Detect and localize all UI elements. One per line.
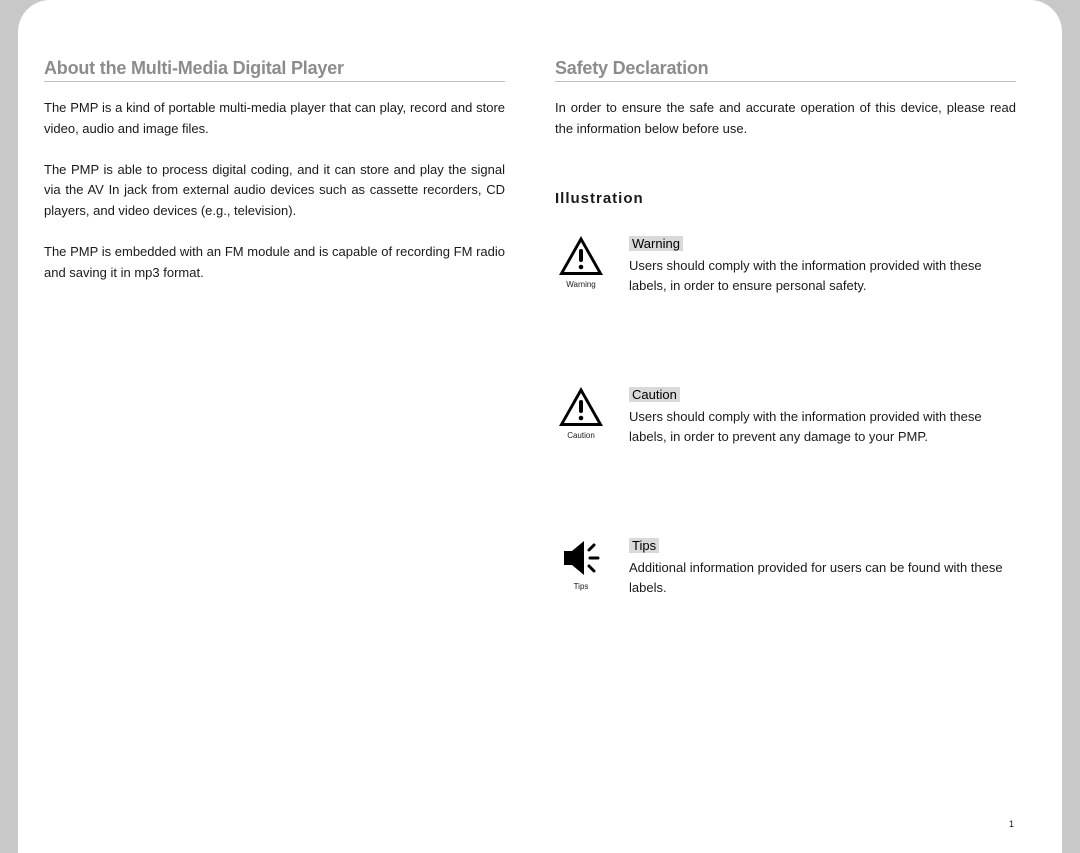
heading-rule: Safety Declaration [555,58,1016,82]
about-paragraph-2: The PMP is able to process digital codin… [44,160,505,222]
illustration-row-tips: Tips Tips Additional information provide… [555,537,1016,598]
caution-triangle-icon [558,386,604,428]
page-number: 1 [1009,819,1014,829]
tips-text: Tips Additional information provided for… [629,537,1016,598]
speaker-icon [558,537,604,579]
about-paragraph-3: The PMP is embedded with an FM module an… [44,242,505,284]
tips-icon-block: Tips [555,537,607,591]
right-column: Safety Declaration In order to ensure th… [555,58,1016,823]
caution-text: Caution Users should comply with the inf… [629,386,1016,447]
tips-desc: Additional information provided for user… [629,558,1016,598]
caution-icon-block: Caution [555,386,607,440]
tips-label: Tips [629,538,659,553]
icon-caption: Tips [574,582,589,591]
section-heading-safety: Safety Declaration [555,58,708,79]
warning-label: Warning [629,236,683,251]
safety-intro: In order to ensure the safe and accurate… [555,98,1016,140]
left-column: About the Multi-Media Digital Player The… [44,58,515,823]
warning-text: Warning Users should comply with the inf… [629,235,1016,296]
illustration-row-caution: Caution Caution Users should comply with… [555,386,1016,447]
illustration-row-warning: Warning Warning Users should comply with… [555,235,1016,296]
icon-caption: Warning [566,280,596,289]
icon-caption: Caution [567,431,595,440]
caution-desc: Users should comply with the information… [629,407,1016,447]
caution-label: Caution [629,387,680,402]
section-heading-about: About the Multi-Media Digital Player [44,58,344,79]
illustration-subheading: Illustration [555,190,1016,207]
heading-rule: About the Multi-Media Digital Player [44,58,505,82]
warning-triangle-icon [558,235,604,277]
manual-page: About the Multi-Media Digital Player The… [18,0,1062,853]
warning-icon-block: Warning [555,235,607,289]
about-paragraph-1: The PMP is a kind of portable multi-medi… [44,98,505,140]
warning-desc: Users should comply with the information… [629,256,1016,296]
